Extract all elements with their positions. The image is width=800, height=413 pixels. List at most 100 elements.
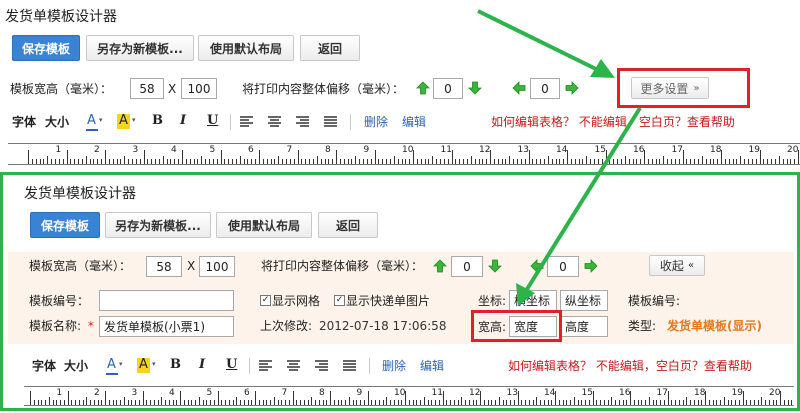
offset-down-arrow-icon[interactable]: [468, 81, 482, 95]
ruler-tick: [116, 159, 118, 164]
ruler-label: 17: [656, 388, 668, 398]
y-coordinate-input[interactable]: 纵坐标: [560, 290, 608, 311]
ruler-tick: [633, 400, 635, 405]
expanded-save-template-button[interactable]: 保存模板: [30, 212, 100, 238]
ruler-tick: [459, 159, 461, 164]
italic-button[interactable]: I: [180, 113, 186, 129]
ruler-tick: [232, 400, 234, 405]
align-right-icon[interactable]: [296, 116, 309, 128]
ruler-tick: [135, 400, 136, 405]
align-justify-icon[interactable]: [324, 116, 337, 128]
height-input[interactable]: 高度: [560, 316, 608, 337]
expanded-offset-right-arrow-icon[interactable]: [584, 259, 598, 273]
ruler-tick: [266, 159, 268, 164]
expanded-align-justify-icon[interactable]: [343, 360, 356, 372]
expanded-align-left-icon[interactable]: [259, 360, 272, 372]
template-width-input[interactable]: 58: [130, 78, 164, 99]
ruler-tick: [431, 400, 433, 405]
offset-left-arrow-icon[interactable]: [512, 81, 526, 95]
back-button[interactable]: 返回: [300, 35, 360, 61]
expanded-align-right-icon[interactable]: [315, 360, 328, 372]
ruler-tick: [767, 159, 769, 164]
ruler-tick: [524, 159, 526, 164]
ruler-tick: [551, 159, 553, 164]
expanded-delete-link[interactable]: 删除: [382, 358, 406, 374]
template-code-input[interactable]: [99, 290, 234, 311]
ruler-label: 17: [671, 145, 683, 155]
collapse-button[interactable]: 收起 «: [649, 255, 705, 276]
ruler-tick: [536, 397, 538, 405]
expanded-edit-link[interactable]: 编辑: [420, 358, 444, 374]
x-coordinate-input[interactable]: 横坐标: [509, 290, 557, 311]
highlight-color-button[interactable]: A ▾: [117, 113, 139, 131]
ruler-tick: [30, 391, 31, 405]
save-template-button[interactable]: 保存模板: [12, 35, 80, 61]
ruler-tick: [543, 159, 545, 164]
help-link[interactable]: 如何编辑表格？ 不能编辑，空白页？查看帮助: [491, 114, 735, 130]
ruler-tick: [786, 159, 788, 164]
last-modified-value: 2012-07-18 17:06:58: [319, 319, 447, 333]
show-express-checkbox[interactable]: ✓: [334, 295, 345, 306]
ruler-tick: [573, 397, 575, 405]
expanded-back-button[interactable]: 返回: [318, 212, 378, 238]
expanded-use-default-layout-button[interactable]: 使用默认布局: [216, 212, 312, 238]
ruler-label: 18: [710, 145, 722, 155]
ruler-tick: [333, 400, 335, 405]
ruler-tick: [753, 400, 755, 405]
template-height-input[interactable]: 100: [181, 78, 217, 99]
ruler-tick: [360, 400, 361, 405]
use-default-layout-button[interactable]: 使用默认布局: [198, 35, 294, 61]
expanded-help-link[interactable]: 如何编辑表格？ 不能编辑，空白页？查看帮助: [508, 358, 752, 374]
ruler-tick: [386, 397, 388, 405]
ruler-tick: [506, 400, 508, 405]
expanded-align-center-icon[interactable]: [287, 360, 300, 372]
expanded-font-button[interactable]: 字体: [32, 358, 56, 374]
offset-vertical-input[interactable]: 0: [433, 78, 463, 99]
ruler-tick: [93, 159, 95, 164]
expanded-template-width-input[interactable]: 58: [146, 256, 182, 277]
expanded-template-height-input[interactable]: 100: [199, 256, 235, 277]
save-as-new-template-button[interactable]: 另存为新模板...: [86, 35, 194, 61]
ruler-tick: [483, 400, 485, 405]
expanded-highlight-color-button[interactable]: A ▾: [137, 357, 159, 375]
ruler-tick: [443, 159, 445, 164]
expanded-italic-button[interactable]: I: [199, 357, 205, 373]
ruler-tick: [450, 400, 451, 405]
ruler-tick: [281, 400, 283, 405]
ruler-label: 20: [769, 388, 781, 398]
expanded-offset-horizontal-input[interactable]: 0: [547, 256, 579, 277]
align-center-icon[interactable]: [268, 116, 281, 128]
expanded-offset-up-arrow-icon[interactable]: [433, 259, 447, 273]
font-size-button[interactable]: 大小: [45, 114, 69, 130]
ruler-tick: [206, 400, 208, 405]
show-grid-checkbox[interactable]: ✓: [260, 295, 271, 306]
ruler-tick: [371, 400, 373, 405]
edit-link[interactable]: 编辑: [402, 114, 426, 130]
expanded-bold-button[interactable]: B: [170, 357, 181, 373]
coordinate-label: 坐标:: [478, 294, 507, 308]
underline-button[interactable]: U: [207, 113, 218, 129]
font-color-button[interactable]: A ▾: [86, 113, 106, 131]
ruler-tick: [101, 159, 103, 164]
offset-up-arrow-icon[interactable]: [416, 81, 430, 95]
offset-right-arrow-icon[interactable]: [565, 81, 579, 95]
expanded-offset-vertical-input[interactable]: 0: [451, 256, 483, 277]
expanded-font-size-button[interactable]: 大小: [64, 358, 88, 374]
template-name-input[interactable]: 发货单模板(小票1): [99, 316, 234, 337]
align-left-icon[interactable]: [240, 116, 253, 128]
ruler-tick: [176, 400, 178, 405]
expanded-font-color-button[interactable]: A ▾: [106, 357, 126, 375]
delete-link[interactable]: 删除: [364, 114, 388, 130]
expanded-offset-down-arrow-icon[interactable]: [488, 259, 502, 273]
ruler-tick: [594, 159, 595, 164]
ruler-tick: [645, 400, 646, 405]
ruler-tick: [778, 156, 780, 164]
bold-button[interactable]: B: [152, 113, 163, 129]
font-button[interactable]: 字体: [12, 114, 36, 130]
expanded-offset-left-arrow-icon[interactable]: [530, 259, 544, 273]
expanded-underline-button[interactable]: U: [226, 357, 237, 373]
offset-horizontal-input[interactable]: 0: [530, 78, 560, 99]
ruler-tick: [640, 159, 642, 164]
ruler-tick: [39, 159, 41, 164]
expanded-save-as-new-template-button[interactable]: 另存为新模板...: [105, 212, 211, 238]
